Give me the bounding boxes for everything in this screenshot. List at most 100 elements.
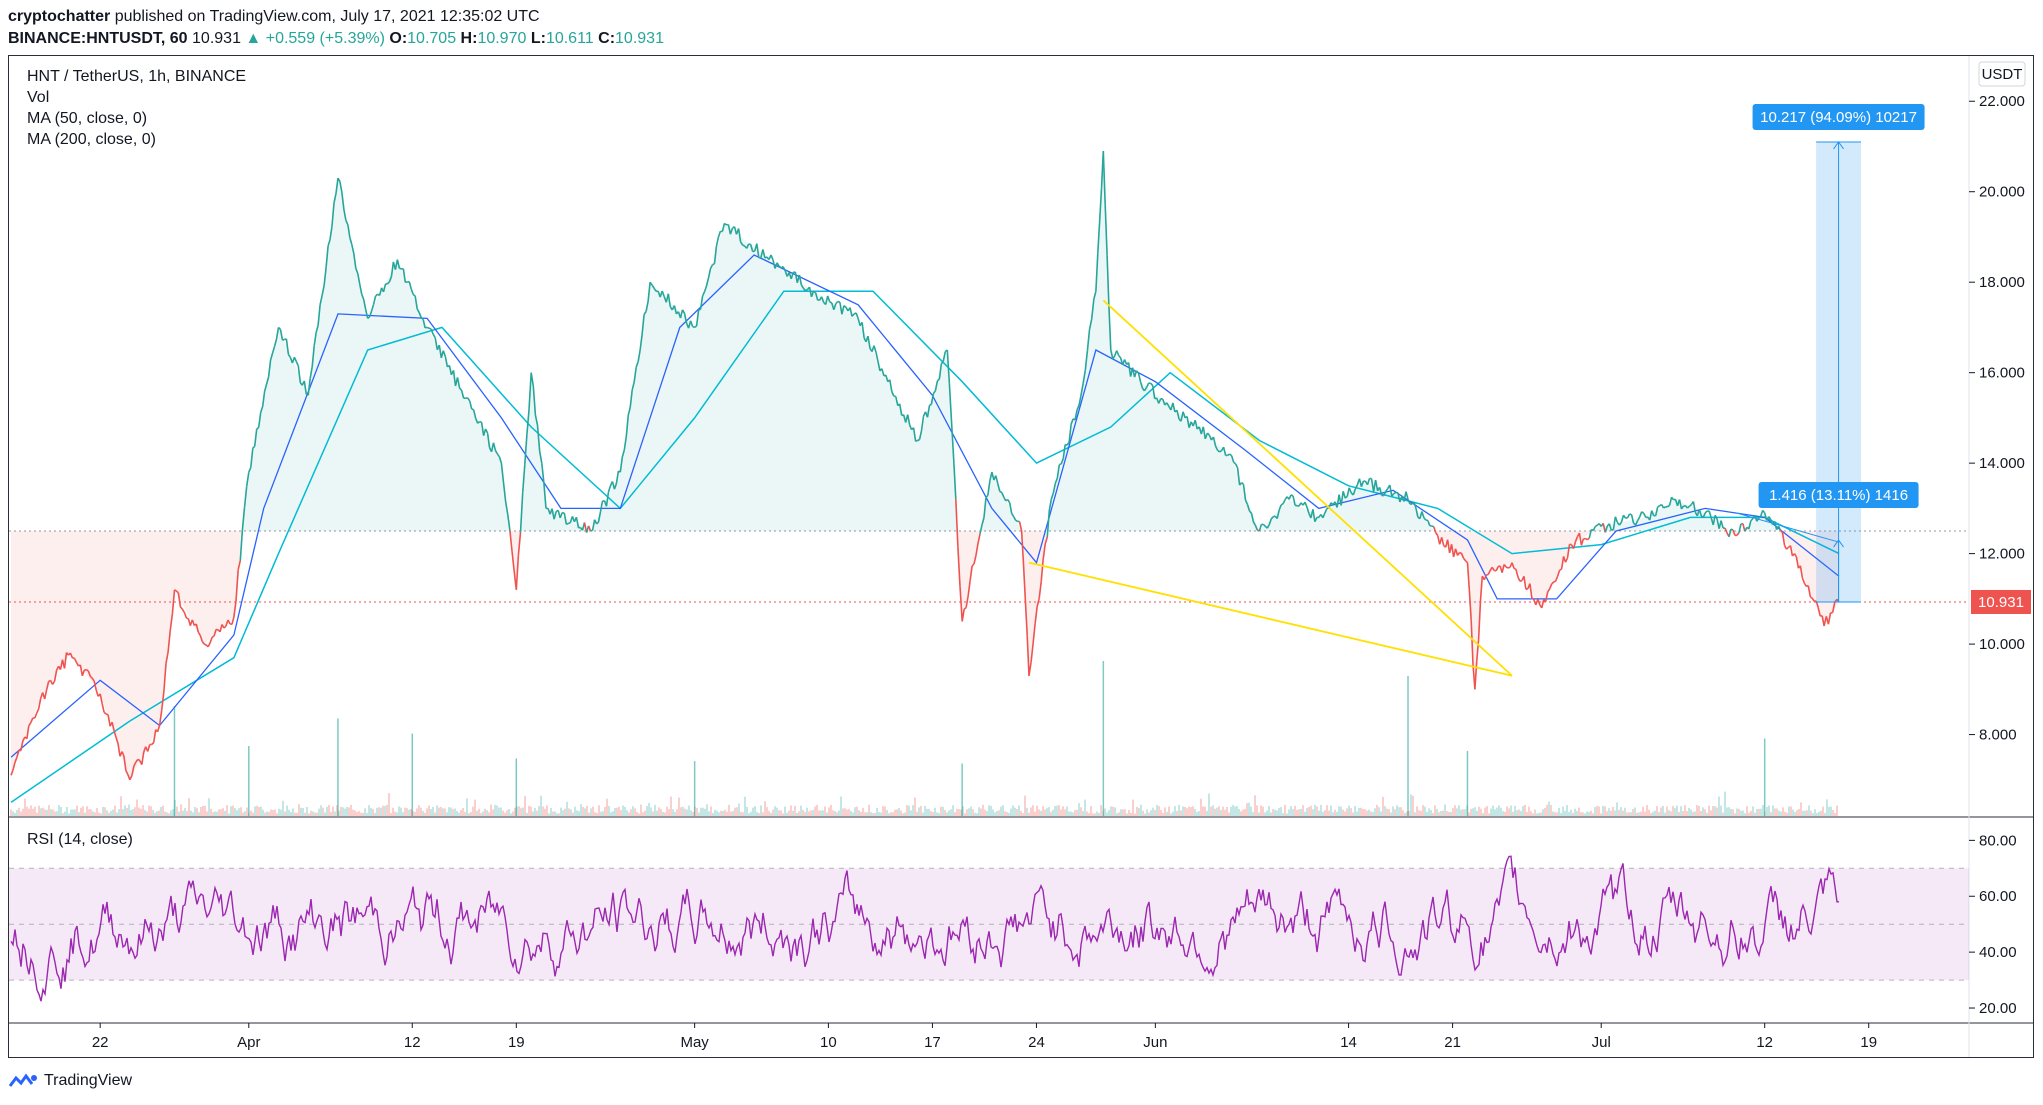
- price-segment: [85, 668, 89, 672]
- price-segment: [873, 345, 877, 353]
- time-tick-label: 12: [404, 1034, 421, 1051]
- price-segment: [1348, 487, 1353, 494]
- legend-ma50[interactable]: MA (50, close, 0): [27, 108, 147, 129]
- price-segment: [715, 237, 720, 247]
- price-segment: [203, 643, 207, 646]
- price-segment: [1133, 370, 1138, 378]
- price-segment: [1801, 577, 1806, 584]
- price-tick-label: 22.000: [1979, 93, 2025, 110]
- price-segment: [915, 439, 918, 442]
- price-segment: [471, 408, 475, 411]
- price-segment: [1614, 516, 1619, 523]
- footer-brand-text: TradingView: [44, 1072, 133, 1089]
- measure-label-text: 10.217 (94.09%) 10217: [1760, 109, 1917, 126]
- price-segment: [999, 490, 1003, 494]
- price-segment: [1160, 397, 1164, 400]
- price-segment: [1393, 491, 1397, 495]
- price-segment: [1553, 580, 1556, 583]
- rsi-tick-label: 80.00: [1979, 832, 2017, 849]
- price-segment: [1219, 449, 1223, 453]
- price-segment: [1728, 528, 1732, 538]
- price-segment: [1241, 482, 1245, 485]
- legend-title[interactable]: HNT / TetherUS, 1h, BINANCE: [27, 66, 246, 87]
- rsi-tick-label: 60.00: [1979, 888, 2017, 905]
- price-segment: [186, 617, 189, 620]
- rsi-tick-label: 40.00: [1979, 944, 2017, 961]
- price-tick-label: 16.000: [1979, 365, 2025, 382]
- price-segment: [1762, 509, 1766, 514]
- legend-rsi[interactable]: RSI (14, close): [27, 829, 133, 850]
- publish-header: cryptochatter published on TradingView.c…: [8, 6, 540, 27]
- price-segment: [174, 589, 177, 592]
- price-segment: [837, 300, 841, 304]
- price-segment: [293, 356, 298, 362]
- rsi-axis[interactable]: 80.00 60.00 40.00 20.00: [1969, 832, 2017, 1017]
- price-segment: [207, 642, 211, 648]
- price-axis[interactable]: 22.000 20.000 18.000 16.000 14.000 12.000 10.0…: [1969, 93, 2025, 744]
- price-segment: [1586, 537, 1590, 541]
- price-segment: [1007, 499, 1011, 504]
- time-axis[interactable]: 22 Apr 12 19 May 10 17 24 Jun 14 21 Jul 12 19: [92, 1023, 1877, 1051]
- publisher-name: cryptochatter: [8, 8, 111, 25]
- price-segment: [1777, 525, 1782, 531]
- legend-ma200[interactable]: MA (200, close, 0): [27, 129, 156, 150]
- price-segment: [1483, 574, 1488, 581]
- price-segment: [1118, 355, 1122, 359]
- price-segment: [1670, 496, 1675, 501]
- price-segment: [1262, 523, 1266, 527]
- footer-brand[interactable]: TradingView: [8, 1072, 132, 1090]
- price-segment: [223, 625, 227, 629]
- price-segment: [1517, 576, 1521, 582]
- price-segment: [405, 281, 408, 284]
- price-segment: [805, 288, 808, 292]
- chart-frame[interactable]: 22.000 20.000 18.000 16.000 14.000 12.000 10.0…: [8, 55, 2034, 1058]
- time-tick-label: Jul: [1592, 1034, 1611, 1051]
- legend-vol[interactable]: Vol: [27, 87, 49, 108]
- price-segment: [1135, 370, 1140, 374]
- price-segment: [442, 350, 447, 357]
- close-value: 10.931: [615, 30, 664, 47]
- price-segment: [1234, 463, 1239, 469]
- time-tick-label: 21: [1444, 1034, 1461, 1051]
- price-segment: [424, 326, 428, 329]
- price-segment: [568, 521, 571, 525]
- price-segment: [917, 438, 920, 442]
- price-segment: [742, 244, 745, 247]
- price-segment: [1622, 514, 1627, 519]
- price-segment: [1070, 418, 1074, 425]
- rsi-tick-label: 20.00: [1979, 1000, 2017, 1017]
- symbol-header: BINANCE:HNTUSDT, 60 10.931 ▲ +0.559 (+5.…: [8, 30, 664, 47]
- price-segment: [34, 712, 38, 719]
- price-segment: [590, 529, 593, 532]
- symbol-name: BINANCE:HNTUSDT, 60: [8, 30, 188, 47]
- price-change: +0.559 (+5.39%): [265, 30, 385, 47]
- price-segment: [1625, 516, 1628, 519]
- price-segment: [375, 293, 379, 297]
- price-segment: [1638, 511, 1643, 518]
- price-segment: [1704, 510, 1708, 514]
- trendline[interactable]: [1028, 561, 1513, 677]
- time-tick-label: 17: [924, 1034, 941, 1051]
- price-segment: [1620, 514, 1625, 523]
- price-segment: [467, 397, 471, 402]
- price-segment: [1290, 494, 1294, 497]
- high-value: 10.970: [477, 30, 527, 47]
- price-segment: [1459, 551, 1462, 554]
- price-segment: [181, 608, 186, 613]
- price-segment: [81, 669, 86, 677]
- price-chart[interactable]: 22.000 20.000 18.000 16.000 14.000 12.000 10.0…: [9, 56, 2033, 1057]
- price-segment: [183, 612, 188, 619]
- price-segment: [1145, 382, 1150, 388]
- published-text: published on TradingView.com, July 17, 2…: [114, 8, 540, 25]
- price-segment: [95, 689, 99, 697]
- price-segment: [151, 741, 155, 746]
- time-tick-label: 14: [1340, 1034, 1357, 1051]
- price-segment: [748, 243, 751, 246]
- price-segment: [179, 606, 184, 610]
- price-segment: [428, 327, 432, 330]
- measure-label-text: 1.416 (13.11%) 1416: [1769, 487, 1908, 504]
- time-tick-label: 22: [92, 1034, 109, 1051]
- volume-bars: [10, 661, 1838, 816]
- price-segment: [484, 428, 489, 434]
- price-segment: [1405, 491, 1409, 500]
